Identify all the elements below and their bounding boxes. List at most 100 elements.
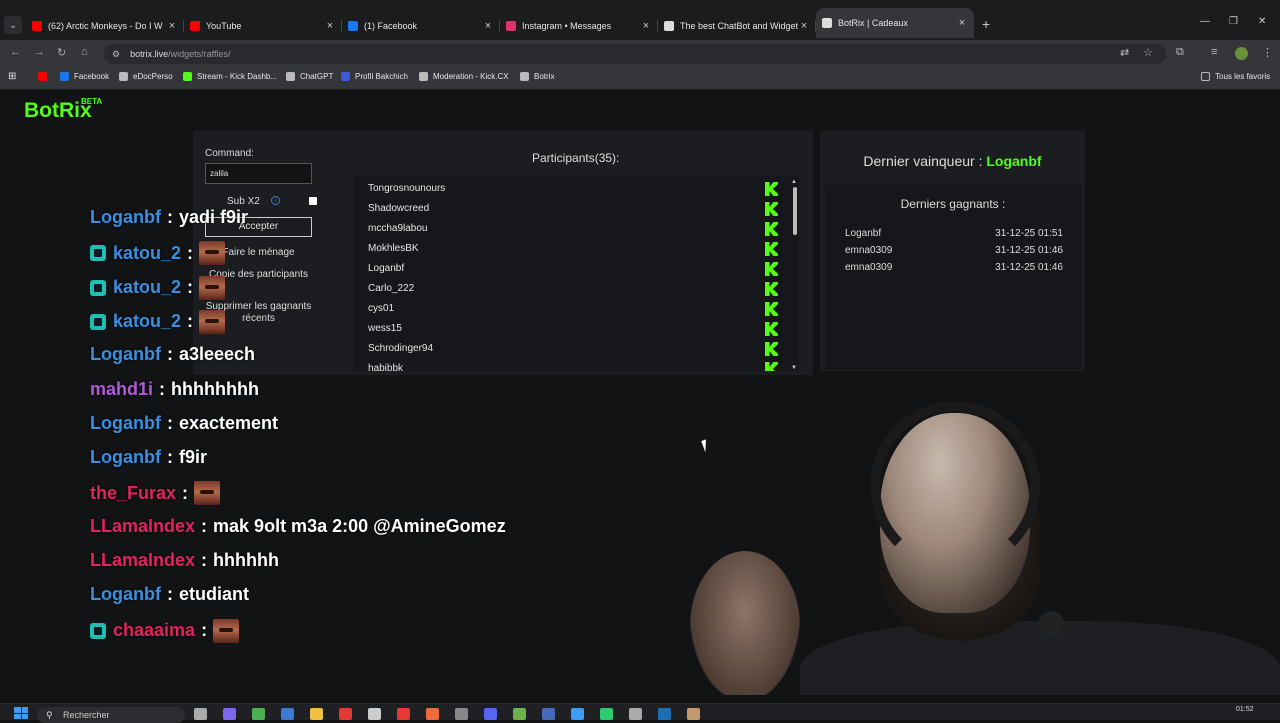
tab-close-icon[interactable]: ×	[324, 20, 336, 32]
tab-close-icon[interactable]: ×	[640, 20, 652, 32]
scroll-down-icon[interactable]: ▼	[791, 365, 797, 371]
profile-avatar[interactable]	[1235, 47, 1248, 60]
tab-close-icon[interactable]: ×	[798, 20, 810, 32]
recent-winner-name: emna0309	[845, 262, 893, 273]
search-placeholder: Rechercher	[63, 710, 110, 720]
browser-tab[interactable]: (62) Arctic Monkeys - Do I W ×	[26, 14, 184, 38]
tab-close-icon[interactable]: ×	[166, 20, 178, 32]
all-bookmarks[interactable]: Tous les favoris	[1201, 72, 1270, 81]
tab-search-icon[interactable]: ⌄	[4, 16, 22, 34]
bookmark-item[interactable]: Stream - Kick Dashb...	[183, 72, 277, 81]
taskbar-app-icon[interactable]	[484, 708, 497, 720]
taskbar-app-icon[interactable]	[252, 708, 265, 720]
taskbar-app-icon[interactable]	[687, 708, 700, 720]
extensions-icon[interactable]: ⧉	[1176, 46, 1184, 59]
tab-close-icon[interactable]: ×	[956, 17, 968, 29]
taskbar-app-icon[interactable]	[281, 708, 294, 720]
home-icon[interactable]: ⌂	[81, 46, 88, 58]
chat-username[interactable]: Loganbf	[90, 344, 161, 365]
taskbar-app-icon[interactable]	[310, 708, 323, 720]
taskbar-app-icon[interactable]	[223, 708, 236, 720]
chat-username[interactable]: LLamaIndex	[90, 516, 195, 537]
chat-username[interactable]: katou_2	[113, 243, 181, 264]
bookmark-star-icon[interactable]: ☆	[1143, 46, 1153, 59]
browser-tab[interactable]: BotRix | Cadeaux ×	[816, 8, 974, 38]
chat-username[interactable]: katou_2	[113, 311, 181, 332]
address-bar[interactable]: ⚙ botrix.live/widgets/raffles/	[104, 44, 1166, 64]
browser-tab[interactable]: The best ChatBot and Widgets ×	[658, 14, 816, 38]
taskbar-app-icon[interactable]	[426, 708, 439, 720]
chat-username[interactable]: Loganbf	[90, 584, 161, 605]
translate-icon[interactable]: ⇄	[1120, 46, 1129, 59]
chat-separator: :	[166, 584, 173, 605]
menu-icon[interactable]: ⋮	[1262, 46, 1273, 59]
chat-username[interactable]: the_Furax	[90, 483, 176, 504]
browser-tab[interactable]: Instagram • Messages ×	[500, 14, 658, 38]
forward-icon[interactable]: →	[34, 46, 45, 58]
kick-icon	[765, 342, 778, 356]
taskbar-app-icon[interactable]	[339, 708, 352, 720]
participants-scrollbar[interactable]: ▲ ▼	[791, 179, 799, 371]
scroll-thumb[interactable]	[793, 187, 797, 235]
bookmark-item[interactable]: Facebook	[60, 72, 109, 81]
chat-message: chaaaima:	[90, 618, 240, 643]
bookmark-label: Stream - Kick Dashb...	[197, 72, 278, 81]
taskbar-app-icon[interactable]	[455, 708, 468, 720]
bookmark-item[interactable]: Moderation - Kick.CX	[419, 72, 509, 81]
participants-list: Tongrosnounours Shadowcreed mccha9labou Mok…	[353, 175, 799, 371]
bookmark-label: ChatGPT	[300, 72, 334, 81]
minimize-icon[interactable]: —	[1200, 16, 1210, 27]
command-input[interactable]	[205, 163, 312, 184]
taskbar-app-icon[interactable]	[513, 708, 526, 720]
apps-icon[interactable]: ⊞	[8, 71, 16, 82]
scroll-up-icon[interactable]: ▲	[791, 179, 797, 185]
taskbar-app-icon[interactable]	[571, 708, 584, 720]
chat-username[interactable]: LLamaIndex	[90, 550, 195, 571]
navigation-bar: ← → ↻ ⌂ ⚙ botrix.live/widgets/raffles/ ⇄…	[0, 40, 1280, 68]
participant-row: wess15	[368, 319, 778, 339]
windows-start-icon[interactable]	[14, 707, 28, 719]
bookmark-label: Profil Bakchich	[355, 72, 408, 81]
close-window-icon[interactable]: ✕	[1258, 16, 1266, 27]
back-icon[interactable]: ←	[10, 46, 21, 58]
chat-username[interactable]: Loganbf	[90, 207, 161, 228]
chat-username[interactable]: Loganbf	[90, 413, 161, 434]
taskbar-app-icon[interactable]	[658, 708, 671, 720]
chat-username[interactable]: chaaaima	[113, 620, 195, 641]
taskbar-app-icon[interactable]	[629, 708, 642, 720]
media-icon[interactable]: ≡	[1211, 46, 1217, 58]
taskbar-app-icon[interactable]	[397, 708, 410, 720]
taskbar-app-icon[interactable]	[600, 708, 613, 720]
bookmark-item[interactable]: eDocPerso	[119, 72, 173, 81]
participant-row: cys01	[368, 299, 778, 319]
microphone-icon	[1038, 611, 1064, 637]
new-tab-button[interactable]: +	[982, 16, 990, 32]
taskbar-clock[interactable]: 01:52	[1236, 706, 1254, 713]
reload-icon[interactable]: ↻	[57, 46, 66, 59]
kick-icon	[765, 362, 778, 371]
youtube-icon	[32, 21, 42, 31]
participant-name: Tongrosnounours	[368, 183, 446, 194]
chat-username[interactable]: katou_2	[113, 277, 181, 298]
sub-x2-checkbox[interactable]	[309, 197, 317, 205]
chat-username[interactable]: Loganbf	[90, 447, 161, 468]
chat-message: katou_2:	[90, 241, 226, 266]
all-bookmarks-label: Tous les favoris	[1215, 72, 1271, 81]
chat-username[interactable]: mahd1i	[90, 379, 153, 400]
bookmark-label: eDocPerso	[133, 72, 173, 81]
info-icon[interactable]: i	[271, 196, 280, 205]
taskbar-app-icon[interactable]	[542, 708, 555, 720]
maximize-icon[interactable]: ❐	[1229, 16, 1238, 27]
taskbar-app-icon[interactable]	[368, 708, 381, 720]
taskbar-search[interactable]: ⚲ Rechercher	[37, 707, 185, 723]
bookmark-item[interactable]	[38, 72, 52, 81]
bookmark-item[interactable]: Botrix	[520, 72, 554, 81]
taskbar-app-icon[interactable]	[194, 708, 207, 720]
browser-tab[interactable]: YouTube ×	[184, 14, 342, 38]
tab-close-icon[interactable]: ×	[482, 20, 494, 32]
botrix-logo[interactable]: BotRix BETA	[24, 97, 102, 123]
bookmark-item[interactable]: ChatGPT	[286, 72, 333, 81]
site-info-icon[interactable]: ⚙	[112, 49, 120, 60]
bookmark-item[interactable]: Profil Bakchich	[341, 72, 408, 81]
browser-tab[interactable]: (1) Facebook ×	[342, 14, 500, 38]
